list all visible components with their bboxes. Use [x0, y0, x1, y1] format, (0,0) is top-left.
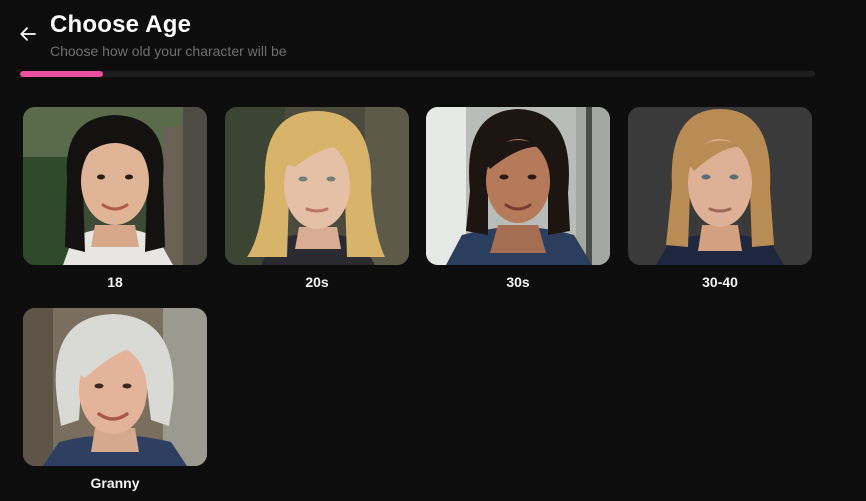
age-option-photo — [628, 107, 812, 265]
age-option-30s[interactable]: 30s — [426, 107, 610, 290]
age-option-photo — [23, 107, 207, 265]
age-option-18[interactable]: 18 — [23, 107, 207, 290]
age-option-30-40[interactable]: 30-40 — [628, 107, 812, 290]
age-option-label: 30s — [506, 274, 530, 290]
age-option-photo — [426, 107, 610, 265]
age-option-label: Granny — [90, 475, 140, 491]
page-title: Choose Age — [50, 11, 192, 38]
age-option-label: 30-40 — [702, 274, 738, 290]
progress-bar — [20, 71, 815, 77]
age-option-label: 18 — [107, 274, 123, 290]
back-button[interactable] — [16, 22, 40, 46]
age-option-photo — [225, 107, 409, 265]
choose-age-screen: Choose Age Choose how old your character… — [0, 0, 866, 501]
arrow-left-icon — [20, 27, 36, 41]
page-subtitle: Choose how old your character will be — [50, 43, 287, 59]
age-option-label: 20s — [305, 274, 329, 290]
progress-bar-fill — [20, 71, 103, 77]
age-option-granny[interactable]: Granny — [23, 308, 207, 491]
age-option-photo — [23, 308, 207, 466]
age-option-20s[interactable]: 20s — [225, 107, 409, 290]
